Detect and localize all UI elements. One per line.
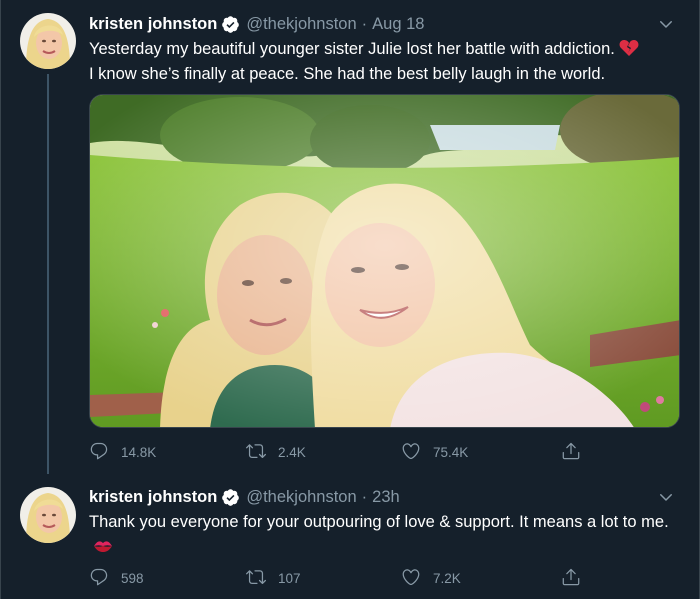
tweet[interactable]: kristen johnston @thekjohnston · Aug 18 … [1, 0, 700, 476]
reply-count: 14.8K [121, 444, 157, 460]
timestamp[interactable]: Aug 18 [372, 15, 424, 34]
share-icon [561, 441, 581, 464]
reply-button[interactable]: 14.8K [89, 440, 156, 464]
display-name[interactable]: kristen johnston [89, 15, 217, 34]
reply-count: 598 [121, 570, 144, 586]
timestamp[interactable]: 23h [372, 488, 400, 507]
tweet-text-line: I know she’s finally at peace. She had t… [89, 65, 606, 83]
display-name[interactable]: kristen johnston [89, 488, 217, 507]
share-button[interactable] [561, 440, 581, 464]
reply-button[interactable]: 598 [89, 566, 144, 590]
retweet-count: 2.4K [278, 444, 306, 460]
avatar[interactable] [20, 487, 76, 543]
user-handle[interactable]: @thekjohnston [246, 15, 356, 34]
retweet-button[interactable]: 107 [246, 566, 301, 590]
share-icon [561, 567, 581, 590]
heart-icon [401, 567, 421, 590]
reply-icon [89, 567, 109, 590]
chevron-down-icon[interactable] [657, 488, 675, 506]
tweet-thread: kristen johnston @thekjohnston · Aug 18 … [0, 0, 700, 599]
tweet-actions: 14.8K 2.4K 75.4K [89, 440, 589, 464]
like-button[interactable]: 75.4K [401, 440, 468, 464]
retweet-icon [246, 567, 266, 590]
share-button[interactable] [561, 566, 581, 590]
retweet-button[interactable]: 2.4K [246, 440, 306, 464]
tweet-header: kristen johnston @thekjohnston · 23h [89, 485, 681, 509]
tweet-text-line: Yesterday my beautiful younger sister Ju… [89, 40, 615, 58]
verified-badge-icon [221, 488, 240, 507]
broken-heart-icon [619, 39, 639, 57]
kiss-mark-icon [93, 537, 113, 555]
tweet-actions: 598 107 7.2K [89, 566, 589, 590]
retweet-icon [246, 441, 266, 464]
tweet-text: Yesterday my beautiful younger sister Ju… [89, 37, 683, 87]
verified-badge-icon [221, 15, 240, 34]
avatar[interactable] [20, 13, 76, 69]
tweet[interactable]: kristen johnston @thekjohnston · 23h Tha… [1, 476, 700, 599]
retweet-count: 107 [278, 570, 301, 586]
heart-icon [401, 441, 421, 464]
user-handle[interactable]: @thekjohnston [246, 488, 356, 507]
like-count: 75.4K [433, 444, 469, 460]
tweet-text-line: Thank you everyone for your outpouring o… [89, 513, 669, 531]
tweet-text: Thank you everyone for your outpouring o… [89, 510, 683, 560]
like-button[interactable]: 7.2K [401, 566, 461, 590]
chevron-down-icon[interactable] [657, 15, 675, 33]
tweet-photo[interactable] [89, 94, 680, 428]
like-count: 7.2K [433, 570, 461, 586]
separator-dot: · [361, 487, 368, 506]
tweet-header: kristen johnston @thekjohnston · Aug 18 [89, 12, 681, 36]
separator-dot: · [361, 14, 368, 33]
reply-icon [89, 441, 109, 464]
